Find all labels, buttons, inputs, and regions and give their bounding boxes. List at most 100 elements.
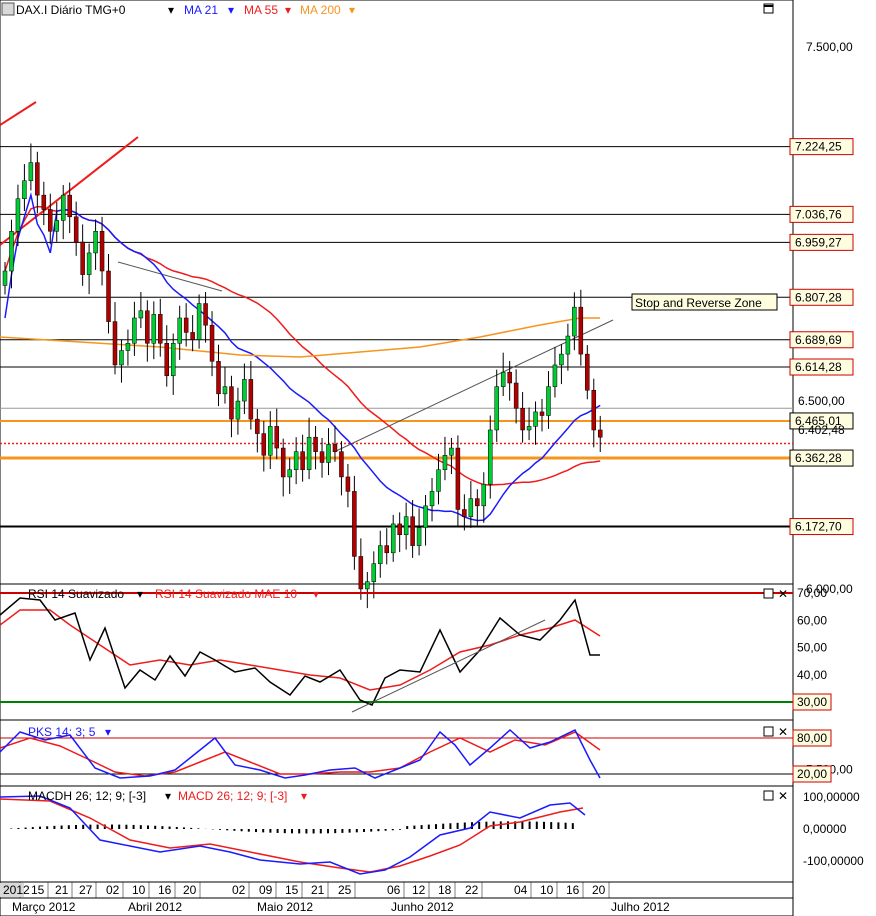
candle-body-45 xyxy=(293,451,299,470)
candle-body-14 xyxy=(93,231,98,254)
candle-body-42 xyxy=(274,426,279,449)
ma55-dropdown-icon[interactable]: ▾ xyxy=(285,3,291,17)
ma200-label[interactable]: MA 200 xyxy=(300,3,341,17)
x-day-label-10: 15 xyxy=(285,883,299,897)
pks-tick-1: 20,00 xyxy=(797,767,827,781)
candle-body-49 xyxy=(319,451,325,463)
macd-title[interactable]: MACD 26; 12; 9; [-3] xyxy=(178,789,287,803)
candle-body-61 xyxy=(397,523,402,536)
pks-title[interactable]: PKS 14; 3; 5 xyxy=(28,725,96,739)
ma21-label[interactable]: MA 21 xyxy=(184,3,218,17)
level-label-4: 6.689,69 xyxy=(795,333,842,347)
stop-reverse-annotation: Stop and Reverse Zone xyxy=(631,293,778,311)
candle-body-91 xyxy=(591,389,597,431)
candle-body-87 xyxy=(565,335,571,355)
level-label-10: 6.172,70 xyxy=(795,520,842,534)
rsi-maximize-icon[interactable] xyxy=(763,588,774,599)
x-day-label-14: 12 xyxy=(412,883,426,897)
candle-body-92 xyxy=(597,429,603,438)
candle-body-86 xyxy=(559,353,564,366)
macdh-dropdown-icon[interactable]: ▾ xyxy=(165,789,171,803)
candle-body-58 xyxy=(378,545,383,564)
candle-body-31 xyxy=(203,303,208,326)
x-day-label-9: 09 xyxy=(259,883,273,897)
symbol-dropdown-icon[interactable]: ▾ xyxy=(168,3,174,17)
x-day-label-11: 21 xyxy=(311,883,325,897)
rsi-title[interactable]: RSI 14 Suavizado xyxy=(28,587,124,601)
rsi-mae-title[interactable]: RSI 14 Suavizado MAE 10 xyxy=(155,587,297,601)
macd-tick-1: 0,00000 xyxy=(803,822,847,836)
candle-body-57 xyxy=(371,563,377,582)
symbol-title[interactable]: DAX.I Diário TMG+0 xyxy=(16,3,126,17)
x-day-label-18: 10 xyxy=(540,883,554,897)
candle-body-16 xyxy=(106,270,111,322)
x-day-label-16: 22 xyxy=(465,883,479,897)
ma55-label[interactable]: MA 55 xyxy=(244,3,278,17)
candle-body-72 xyxy=(468,498,474,517)
candle-body-24 xyxy=(158,314,163,344)
candle-body-40 xyxy=(261,433,267,456)
candle-body-8 xyxy=(54,220,60,232)
candle-body-84 xyxy=(546,386,551,416)
maximize-price-icon[interactable] xyxy=(763,3,774,14)
price-panel xyxy=(0,0,794,585)
rsi-dropdown-icon[interactable]: ▾ xyxy=(137,587,143,601)
rsi-legend: RSI 14 Suavizado ▾ RSI 14 Suavizado MAE … xyxy=(28,587,319,601)
macd-maximize-icon[interactable] xyxy=(763,790,774,801)
rsi-close-icon[interactable]: ✕ xyxy=(778,587,788,601)
candle-body-73 xyxy=(475,498,480,507)
ma21-dropdown-icon[interactable]: ▾ xyxy=(228,3,234,17)
level-label-2: 6.959,27 xyxy=(795,235,842,249)
candle-body-89 xyxy=(578,306,584,355)
candle-body-50 xyxy=(326,444,331,463)
x-day-label-17: 04 xyxy=(514,883,528,897)
ma200-dropdown-icon[interactable]: ▾ xyxy=(349,3,355,17)
candle-body-62 xyxy=(403,516,409,536)
x-month-label-2: Maio 2012 xyxy=(257,900,313,914)
pks-maximize-icon[interactable] xyxy=(763,726,774,737)
candle-body-55 xyxy=(358,556,364,590)
candle-body-47 xyxy=(306,436,312,470)
level-label-5: 6.614,28 xyxy=(795,360,842,374)
candle-body-36 xyxy=(235,400,241,420)
x-day-label-1: 15 xyxy=(31,883,45,897)
rsi-mae-dropdown-icon[interactable]: ▾ xyxy=(313,587,319,601)
candle-body-32 xyxy=(209,324,215,362)
candle-body-11 xyxy=(73,216,79,243)
candle-body-83 xyxy=(539,411,545,416)
candle-body-81 xyxy=(526,426,532,431)
rsi-tick-2: 50,00 xyxy=(797,641,827,655)
candle-body-44 xyxy=(287,469,292,478)
x-month-label-3: Junho 2012 xyxy=(391,900,454,914)
candle-body-3 xyxy=(22,180,27,199)
candle-body-0 xyxy=(2,270,8,286)
candle-body-77 xyxy=(500,371,506,387)
candle-body-7 xyxy=(48,209,53,232)
x-day-label-19: 16 xyxy=(566,883,580,897)
candle-body-6 xyxy=(41,194,47,210)
macd-dropdown-icon[interactable]: ▾ xyxy=(301,789,307,803)
pks-dropdown-icon[interactable]: ▾ xyxy=(105,725,111,739)
candle-body-1 xyxy=(9,231,14,272)
candle-body-13 xyxy=(86,252,92,275)
level-label-6: 6.500,00 xyxy=(798,394,845,408)
level-label-3: 6.807,28 xyxy=(795,290,842,304)
x-day-label-3: 27 xyxy=(79,883,93,897)
candle-body-67 xyxy=(436,469,441,492)
macd-close-icon[interactable]: ✕ xyxy=(778,789,788,803)
candle-body-27 xyxy=(177,317,182,344)
x-day-label-8: 02 xyxy=(232,883,246,897)
macdh-title[interactable]: MACDH 26; 12; 9; [-3] xyxy=(28,789,146,803)
x-day-label-5: 10 xyxy=(132,883,146,897)
candle-body-25 xyxy=(164,343,169,377)
candle-body-63 xyxy=(410,516,415,546)
pks-close-icon[interactable]: ✕ xyxy=(778,725,788,739)
candle-body-10 xyxy=(67,194,72,218)
level-label-9: 6.362,28 xyxy=(795,451,842,465)
candle-body-5 xyxy=(35,162,40,196)
x-day-label-15: 18 xyxy=(438,883,452,897)
candle-body-20 xyxy=(132,317,137,344)
macd-tick-2: -100,00000 xyxy=(803,854,864,868)
rsi-tick-4: 30,00 xyxy=(797,695,827,709)
candle-body-80 xyxy=(520,408,525,431)
